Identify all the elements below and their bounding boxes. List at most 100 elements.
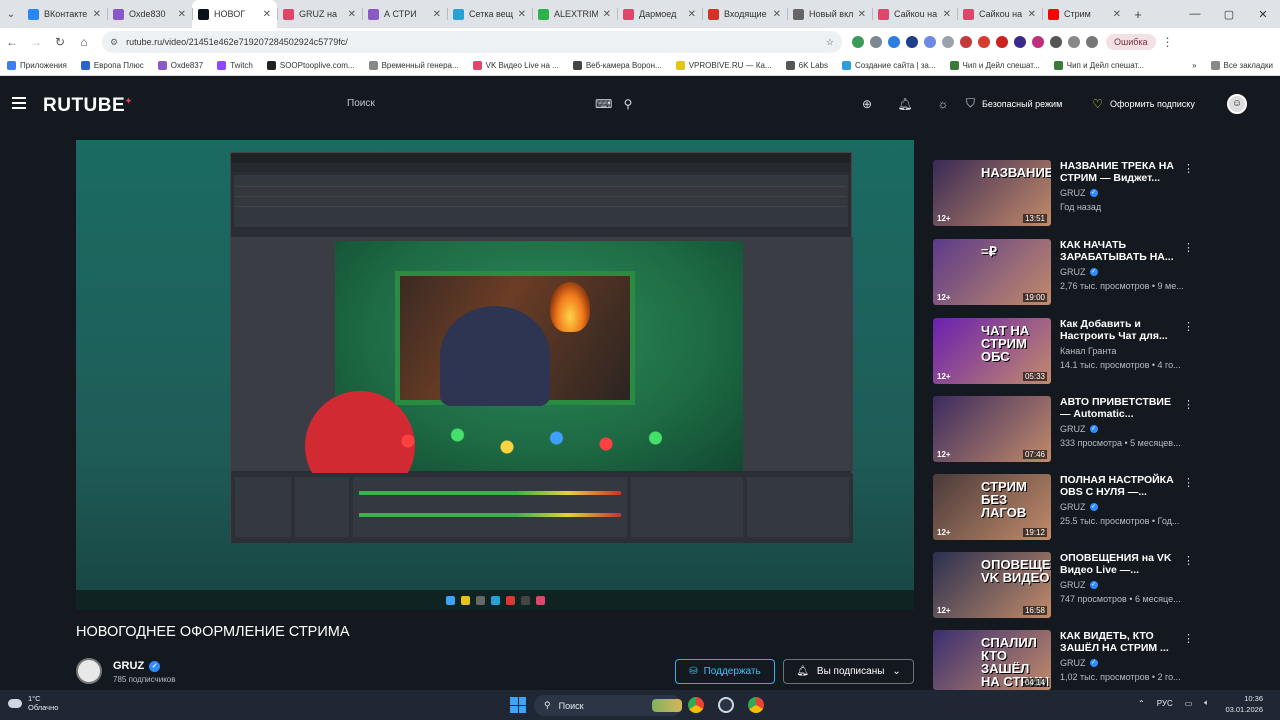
more-options-icon[interactable]: ⋮ <box>1183 398 1194 411</box>
chrome-icon[interactable] <box>748 697 764 713</box>
extension-icon[interactable] <box>870 36 882 48</box>
close-window-icon[interactable]: ✕ <box>1246 8 1280 21</box>
recommendation-channel[interactable]: GRUZ ✓ <box>1060 424 1098 434</box>
bookmark-item[interactable]: Создание сайта | за... <box>835 61 943 70</box>
recommendation-title[interactable]: Как Добавить и Настроить Чат для... <box>1060 318 1175 342</box>
recommendation-channel[interactable]: GRUZ ✓ <box>1060 580 1098 590</box>
bookmark-item[interactable]: Веб-камера Ворон... <box>566 61 669 70</box>
url-text[interactable]: rutube.ru/video/21451e462e71920728450292… <box>126 37 818 47</box>
weather-widget[interactable]: 1°C Облачно <box>8 694 58 712</box>
menu-icon[interactable] <box>12 97 26 112</box>
extension-icon[interactable] <box>888 36 900 48</box>
bookmark-item[interactable]: Приложения <box>0 61 74 70</box>
close-tab-icon[interactable]: ✕ <box>178 9 186 20</box>
video-thumbnail[interactable]: СТРИМ БЕЗ ЛАГОВ 12+ 19:12 <box>933 474 1051 540</box>
back-icon[interactable]: ← <box>0 35 24 49</box>
browser-tab[interactable]: А СТРИ ✕ <box>362 0 447 28</box>
cast-icon[interactable] <box>1068 36 1080 48</box>
video-thumbnail[interactable]: СПАЛИЛ КТО ЗАШЁЛ НА СТРИМ 04:14 <box>933 630 1051 690</box>
video-player[interactable] <box>76 140 914 610</box>
notifications-icon[interactable]: 🔔︎ <box>886 97 924 111</box>
close-tab-icon[interactable]: ✕ <box>263 9 271 20</box>
bookmark-item[interactable]: VK Видео Live на ... <box>466 61 566 70</box>
windows-start-icon[interactable] <box>510 697 526 713</box>
profile-icon[interactable] <box>1086 36 1098 48</box>
bookmark-star-icon[interactable]: ☆ <box>826 37 834 48</box>
safe-mode-button[interactable]: ⛉ Безопасный режим <box>966 96 1062 111</box>
clock[interactable]: 10:36 03.01.2026 <box>1221 693 1263 715</box>
extension-icon[interactable] <box>960 36 972 48</box>
bookmark-item[interactable]: Oxde837 <box>151 61 210 70</box>
subscribed-button[interactable]: 🔔︎ Вы подписаны ⌄ <box>783 659 914 684</box>
minimize-icon[interactable]: — <box>1178 8 1212 21</box>
more-options-icon[interactable]: ⋮ <box>1183 320 1194 333</box>
theme-toggle-icon[interactable]: ☼ <box>924 97 962 111</box>
language-indicator[interactable]: РУС <box>1157 699 1173 708</box>
video-thumbnail[interactable]: ОПОВЕЩЕНИЯ VK ВИДЕО 12+ 16:58 <box>933 552 1051 618</box>
bookmark-item[interactable]: SOOPtooplive.com... <box>260 61 362 70</box>
close-tab-icon[interactable]: ✕ <box>773 9 781 20</box>
channel-avatar[interactable] <box>76 658 102 684</box>
close-tab-icon[interactable]: ✕ <box>93 9 101 20</box>
recommendation-channel[interactable]: GRUZ ✓ <box>1060 658 1098 668</box>
more-options-icon[interactable]: ⋮ <box>1183 632 1194 645</box>
maximize-icon[interactable]: ▢ <box>1212 8 1246 21</box>
home-icon[interactable]: ⌂ <box>72 35 96 49</box>
forward-icon[interactable]: → <box>24 35 48 49</box>
network-icon[interactable]: ▭ <box>1185 699 1193 708</box>
recommendation-title[interactable]: ОПОВЕЩЕНИЯ на VK Видео Live —... <box>1060 552 1175 576</box>
extension-icon[interactable] <box>942 36 954 48</box>
extension-icon[interactable] <box>906 36 918 48</box>
bookmark-item[interactable]: VPROBIVE.RU — Ка... <box>669 61 779 70</box>
extension-icon[interactable] <box>978 36 990 48</box>
search-icon[interactable]: ⚲ <box>621 97 635 111</box>
recommendation-title[interactable]: КАК НАЧАТЬ ЗАРАБАТЫВАТЬ НА... <box>1060 239 1175 263</box>
browser-tab[interactable]: Входящие ✕ <box>702 0 787 28</box>
close-tab-icon[interactable]: ✕ <box>348 9 356 20</box>
recommendation-title[interactable]: КАК ВИДЕТЬ, КТО ЗАШЁЛ НА СТРИМ ... <box>1060 630 1175 654</box>
all-bookmarks[interactable]: Все закладки <box>1204 61 1280 70</box>
browser-tab[interactable]: GRUZ на ✕ <box>277 0 362 28</box>
video-thumbnail[interactable]: НАЗВАНИЕ 12+ 13:51 <box>933 160 1051 226</box>
close-tab-icon[interactable]: ✕ <box>943 9 951 20</box>
extension-icon[interactable] <box>1032 36 1044 48</box>
recommendation-channel[interactable]: GRUZ ✓ <box>1060 267 1098 277</box>
browser-tab[interactable]: Сайкоu на ✕ <box>872 0 957 28</box>
bookmark-item[interactable]: 6K Labs <box>779 61 835 70</box>
recommendation-item[interactable]: 12+ 07:46 АВТО ПРИВЕТСТВИЕ — Automatic... G… <box>933 396 1194 462</box>
bookmarks-overflow-icon[interactable]: » <box>1185 61 1203 70</box>
browser-tab[interactable]: Oxde830 ✕ <box>107 0 192 28</box>
browser-tab[interactable]: Сетка вещ ✕ <box>447 0 532 28</box>
error-button[interactable]: Ошибка <box>1106 34 1156 50</box>
browser-tab[interactable]: НОВОГ ✕ <box>192 0 277 28</box>
site-info-icon[interactable]: ⚙ <box>110 37 118 48</box>
recommendation-item[interactable]: =₽ 12+ 19:00 КАК НАЧАТЬ ЗАРАБАТЫВАТЬ НА... G… <box>933 239 1194 305</box>
browser-tab[interactable]: Новый вкл ✕ <box>787 0 872 28</box>
bookmark-item[interactable]: Чип и Дейл спешат... <box>943 61 1047 70</box>
bookmark-item[interactable]: Временный генера... <box>362 61 466 70</box>
browser-tab[interactable]: Стрим ✕ <box>1042 0 1127 28</box>
taskbar-search[interactable]: ⚲ Поиск <box>534 695 682 716</box>
recommendation-title[interactable]: АВТО ПРИВЕТСТВИЕ — Automatic... <box>1060 396 1175 420</box>
extension-icon[interactable] <box>996 36 1008 48</box>
keyboard-icon[interactable]: ⌨ <box>595 97 612 111</box>
bookmark-item[interactable]: Twitch <box>210 61 260 70</box>
new-tab-button[interactable]: + <box>1127 7 1149 22</box>
search-input[interactable]: Поиск <box>347 98 375 109</box>
omnibox[interactable]: ⚙ rutube.ru/video/21451e462e719207284502… <box>102 31 842 53</box>
donate-button[interactable]: ⛁ Поддержать <box>675 659 775 684</box>
recommendation-item[interactable]: ОПОВЕЩЕНИЯ VK ВИДЕО 12+ 16:58 ОПОВЕЩЕНИЯ на… <box>933 552 1194 618</box>
video-thumbnail[interactable]: =₽ 12+ 19:00 <box>933 239 1051 305</box>
extension-icon[interactable] <box>852 36 864 48</box>
more-options-icon[interactable]: ⋮ <box>1183 241 1194 254</box>
browser-tab[interactable]: ВКонтакте ✕ <box>22 0 107 28</box>
recommendation-item[interactable]: СПАЛИЛ КТО ЗАШЁЛ НА СТРИМ 04:14 КАК ВИДЕТЬ… <box>933 630 1194 696</box>
user-avatar[interactable]: ☺ <box>1227 94 1247 114</box>
recommendation-item[interactable]: СТРИМ БЕЗ ЛАГОВ 12+ 19:12 ПОЛНАЯ НАСТРОЙКА … <box>933 474 1194 540</box>
recommendation-title[interactable]: ПОЛНАЯ НАСТРОЙКА OBS С НУЛЯ —... <box>1060 474 1175 498</box>
channel-name[interactable]: GRUZ ✓ <box>113 660 161 672</box>
extensions-puzzle-icon[interactable] <box>1050 36 1062 48</box>
browser-tab[interactable]: Дармоед ✕ <box>617 0 702 28</box>
recommendation-item[interactable]: НАЗВАНИЕ 12+ 13:51 НАЗВАНИЕ ТРЕКА НА СТРИМ … <box>933 160 1194 226</box>
video-thumbnail[interactable]: ЧАТ НА СТРИМ ОБС 12+ 05:33 <box>933 318 1051 384</box>
